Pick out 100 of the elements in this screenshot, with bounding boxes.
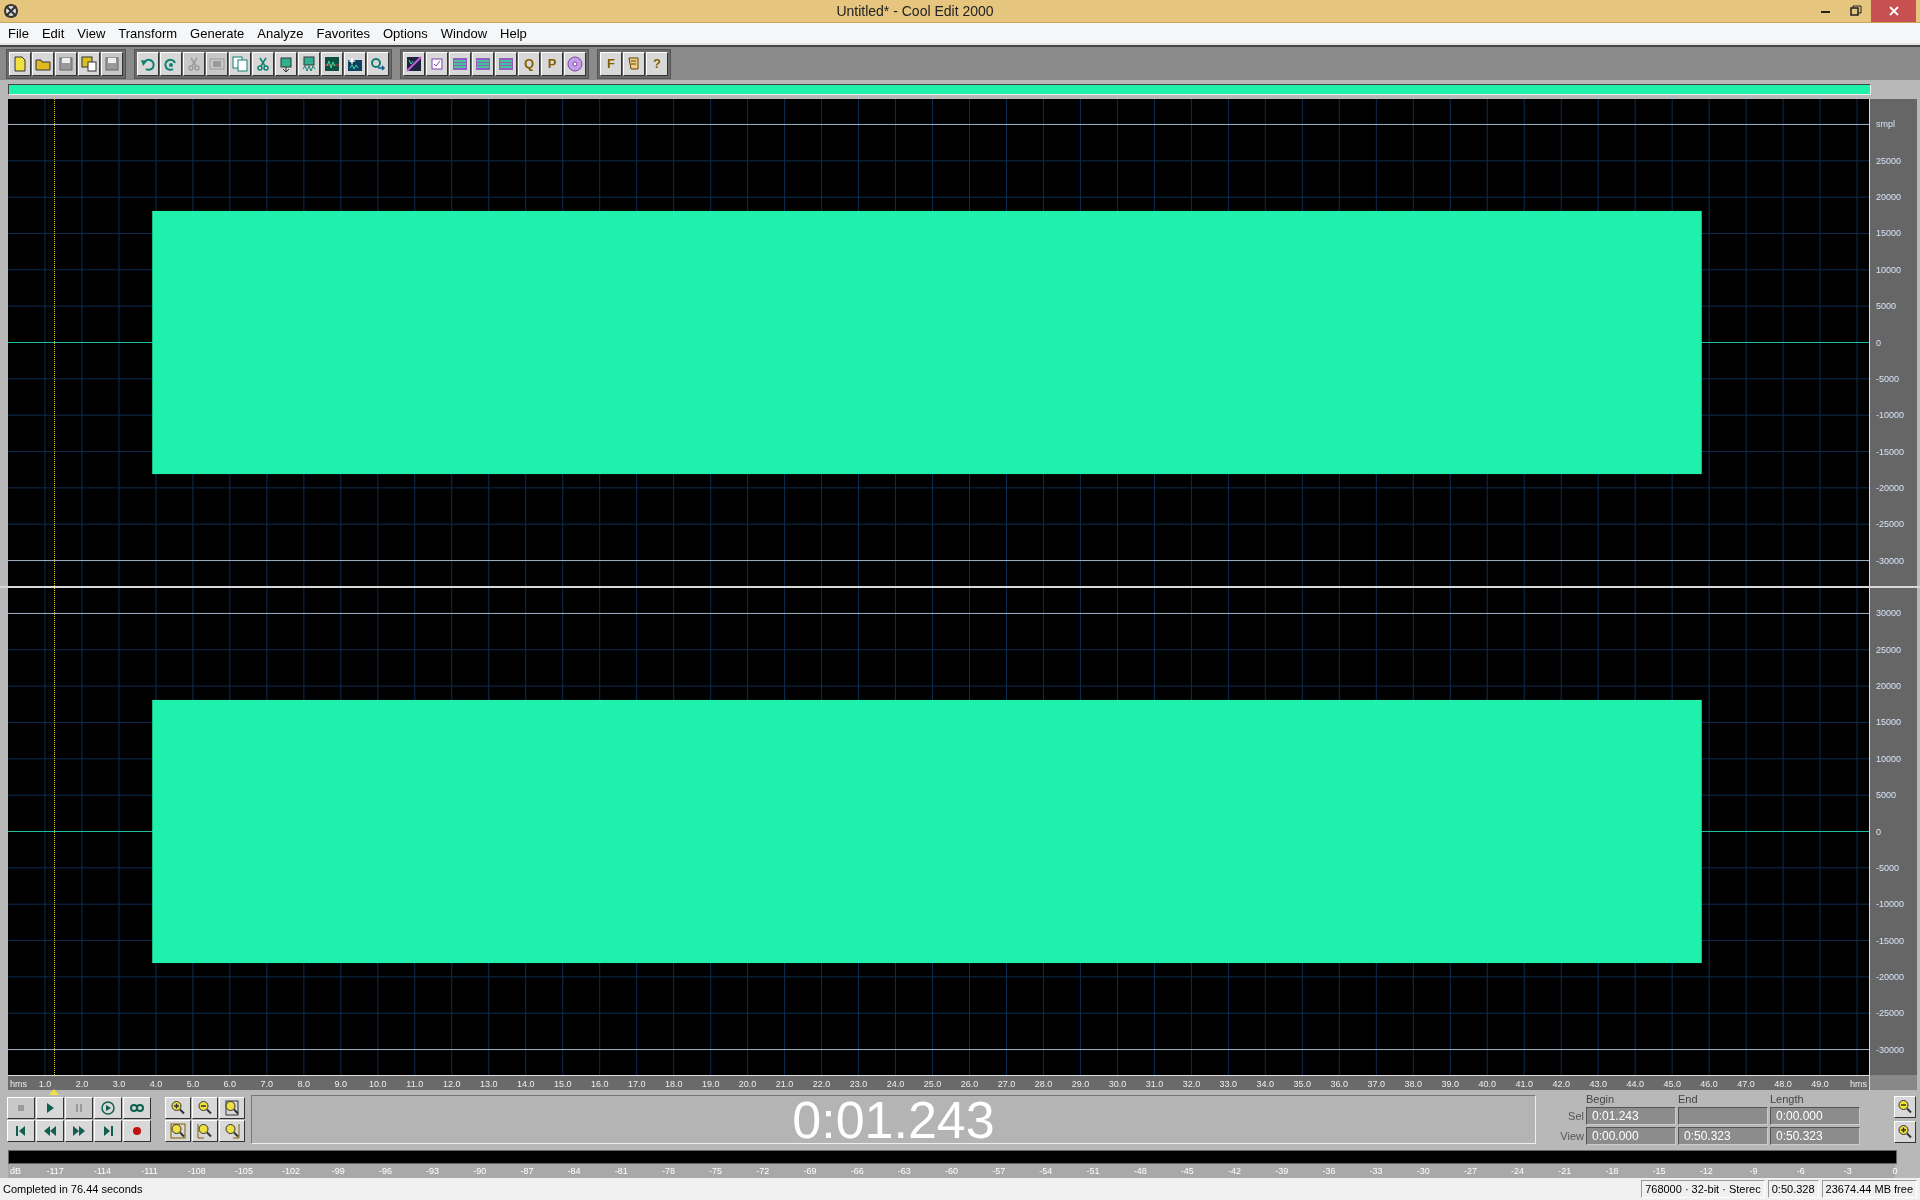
menu-item[interactable]: Help [495, 25, 535, 41]
paste-wave-icon [301, 55, 317, 72]
menu-item[interactable]: Options [378, 25, 436, 41]
paste-icon [278, 55, 294, 72]
menu-item[interactable]: Generate [185, 25, 253, 41]
toolbar-button[interactable] [623, 51, 645, 76]
zoom-selection-icon [170, 1122, 186, 1139]
time-label: 29.0 [1071, 1079, 1090, 1089]
toolbar-button[interactable]: F [600, 51, 622, 76]
toolbar-button[interactable] [449, 51, 471, 76]
db-label: -93 [426, 1166, 440, 1176]
vertical-zoom-button[interactable] [1894, 1095, 1916, 1118]
toolbar-button[interactable]: P [541, 51, 563, 76]
axis-label: -10000 [1876, 899, 1905, 910]
spectral-icon [406, 55, 422, 72]
toolbar-button[interactable] [9, 51, 31, 76]
axis-label: -25000 [1876, 519, 1905, 530]
zoom-right-icon [224, 1122, 240, 1139]
axis-label: -30000 [1876, 555, 1905, 566]
zoom-button[interactable] [219, 1119, 245, 1142]
toolbar-button[interactable] [495, 51, 517, 76]
transport-button[interactable] [36, 1119, 64, 1142]
column-header: Begin [1586, 1093, 1616, 1105]
db-label: -63 [897, 1166, 911, 1176]
toolbar-button[interactable] [321, 51, 343, 76]
toolbar-button[interactable] [78, 51, 100, 76]
close-icon [1887, 5, 1900, 17]
db-label: -9 [1749, 1166, 1758, 1176]
axis-label: -15000 [1876, 935, 1905, 946]
transport-button[interactable] [94, 1119, 122, 1142]
db-label: -30 [1416, 1166, 1430, 1176]
time-label: 40.0 [1478, 1079, 1496, 1089]
toolbar-button[interactable] [137, 51, 159, 76]
overview-bar[interactable] [8, 84, 1871, 95]
zoom-button[interactable] [165, 1096, 191, 1119]
tracks-icon [475, 55, 491, 72]
db-label: -111 [141, 1166, 158, 1176]
time-label: 26.0 [960, 1079, 979, 1089]
time-label: hms [10, 1079, 27, 1089]
vertical-zoom-button[interactable] [1894, 1120, 1916, 1143]
toolbar-button[interactable] [403, 51, 425, 76]
toolbar-button[interactable] [564, 51, 586, 76]
zoom-button[interactable] [165, 1119, 191, 1142]
column-header: End [1678, 1093, 1699, 1105]
toolbar-button[interactable] [229, 51, 251, 76]
time-label: 24.0 [886, 1079, 905, 1089]
play-loop-icon [100, 1099, 116, 1116]
copy-icon [232, 55, 248, 72]
time-label: 37.0 [1367, 1079, 1386, 1089]
menu-item[interactable]: Window [435, 25, 496, 41]
zoom-button[interactable] [219, 1096, 245, 1119]
menu-item[interactable]: Transform [113, 25, 186, 41]
db-label: -12 [1699, 1166, 1713, 1176]
time-label: 7.0 [260, 1079, 274, 1089]
zoom-button[interactable] [192, 1096, 218, 1119]
time-field[interactable] [1678, 1107, 1768, 1125]
toolbar-button[interactable] [252, 51, 274, 76]
toolbar-button[interactable] [160, 51, 182, 76]
toolbar-button[interactable] [32, 51, 54, 76]
db-label: -24 [1511, 1166, 1525, 1176]
db-label: -21 [1558, 1166, 1572, 1176]
time-label: 20.0 [738, 1079, 757, 1089]
axis-label: 30000 [1876, 608, 1902, 619]
menu-item[interactable]: File [3, 25, 37, 41]
menu-item[interactable]: View [72, 25, 114, 41]
db-label: -117 [46, 1166, 64, 1176]
time-label: 22.0 [812, 1079, 831, 1089]
checkbox-icon [429, 55, 445, 72]
time-label: 14.0 [516, 1079, 535, 1089]
zoom-in-icon [1897, 1123, 1913, 1140]
menu-item[interactable]: Favorites [311, 25, 378, 41]
axis-label: 25000 [1876, 644, 1902, 655]
transport-button[interactable] [123, 1119, 151, 1142]
transport-button[interactable] [36, 1096, 64, 1119]
transport-button[interactable] [123, 1096, 151, 1119]
row-label: View [1559, 1130, 1584, 1142]
db-label: -3 [1843, 1166, 1852, 1176]
transport-button[interactable] [7, 1119, 35, 1142]
time-label: 17.0 [627, 1079, 646, 1089]
window-title: Untitled* - Cool Edit 2000 [835, 3, 995, 19]
toolbar-button[interactable] [426, 51, 448, 76]
menu-item[interactable]: Analyze [252, 25, 312, 41]
db-label: -18 [1605, 1166, 1619, 1176]
toolbar-button[interactable]: Q [518, 51, 540, 76]
menu-item[interactable]: Edit [36, 25, 73, 41]
transport-button[interactable] [65, 1119, 93, 1142]
toolbar-button[interactable] [298, 51, 320, 76]
toolbar-button[interactable] [275, 51, 297, 76]
db-label: -75 [709, 1166, 723, 1176]
spark-wave-icon [347, 55, 363, 72]
toolbar-button[interactable]: ? [646, 51, 668, 76]
close-button[interactable] [1871, 0, 1916, 22]
zoom-button[interactable] [192, 1119, 218, 1142]
db-label: -27 [1463, 1166, 1477, 1176]
toolbar-button[interactable] [472, 51, 494, 76]
db-label: -69 [803, 1166, 817, 1176]
toolbar-button[interactable] [344, 51, 366, 76]
disk-copy-icon [81, 55, 97, 72]
toolbar-button[interactable] [367, 51, 389, 76]
transport-button[interactable] [94, 1096, 122, 1119]
